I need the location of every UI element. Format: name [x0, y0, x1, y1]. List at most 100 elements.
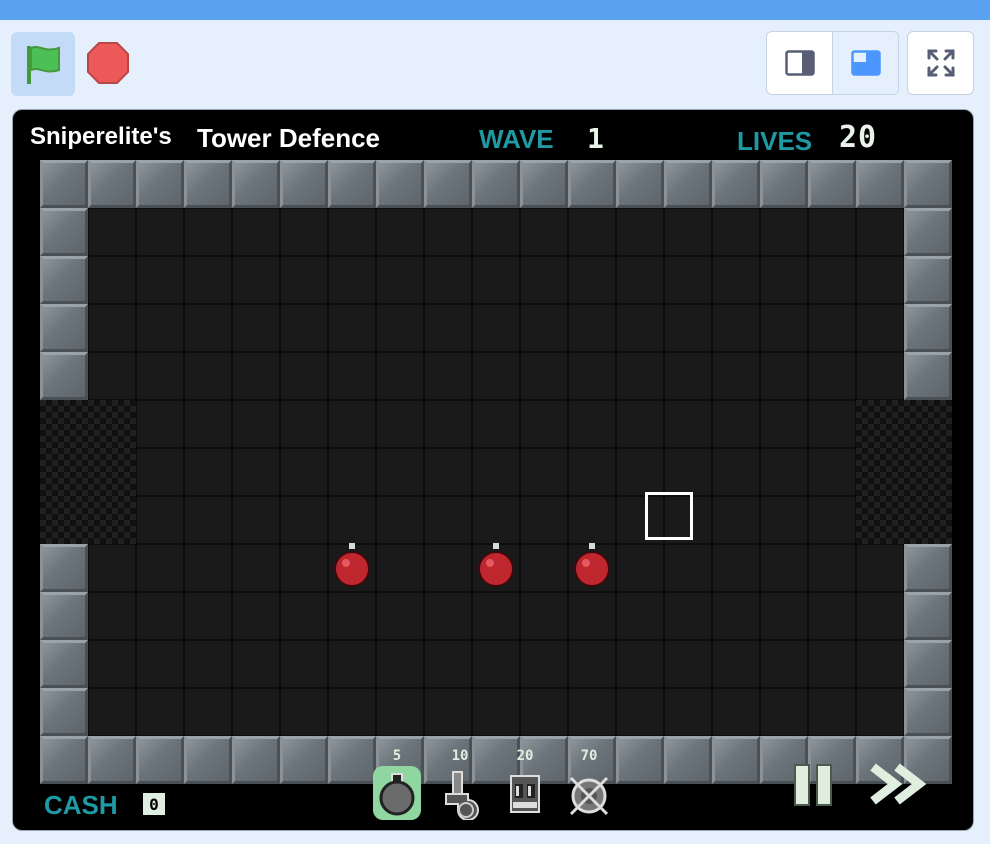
floor-tile[interactable] [376, 640, 424, 688]
floor-tile[interactable] [136, 208, 184, 256]
floor-tile[interactable] [424, 208, 472, 256]
floor-tile[interactable] [184, 448, 232, 496]
floor-tile[interactable] [376, 496, 424, 544]
floor-tile[interactable] [424, 688, 472, 736]
floor-tile[interactable] [424, 304, 472, 352]
floor-tile[interactable] [520, 592, 568, 640]
floor-tile[interactable] [760, 496, 808, 544]
floor-tile[interactable] [280, 208, 328, 256]
floor-tile[interactable] [520, 400, 568, 448]
floor-tile[interactable] [568, 256, 616, 304]
game-stage[interactable]: Sniperelite's Tower Defence WAVE 1 LIVES… [12, 109, 974, 831]
fast-forward-icon[interactable] [869, 759, 929, 809]
floor-tile[interactable] [280, 544, 328, 592]
floor-tile[interactable] [664, 400, 712, 448]
floor-tile[interactable] [472, 400, 520, 448]
floor-tile[interactable] [712, 544, 760, 592]
floor-tile[interactable] [616, 688, 664, 736]
floor-tile[interactable] [808, 304, 856, 352]
floor-tile[interactable] [712, 352, 760, 400]
floor-tile[interactable] [664, 256, 712, 304]
floor-tile[interactable] [232, 640, 280, 688]
floor-tile[interactable] [136, 640, 184, 688]
floor-tile[interactable] [184, 592, 232, 640]
floor-tile[interactable] [376, 688, 424, 736]
floor-tile[interactable] [568, 496, 616, 544]
floor-tile[interactable] [280, 640, 328, 688]
floor-tile[interactable] [376, 256, 424, 304]
floor-tile[interactable] [664, 544, 712, 592]
stop-button[interactable] [84, 39, 132, 87]
floor-tile[interactable] [856, 544, 904, 592]
floor-tile[interactable] [664, 640, 712, 688]
floor-tile[interactable] [88, 544, 136, 592]
green-flag-button[interactable] [11, 32, 75, 96]
floor-tile[interactable] [88, 208, 136, 256]
floor-tile[interactable] [376, 304, 424, 352]
floor-tile[interactable] [616, 256, 664, 304]
floor-tile[interactable] [712, 448, 760, 496]
floor-tile[interactable] [760, 688, 808, 736]
floor-tile[interactable] [424, 640, 472, 688]
floor-tile[interactable] [712, 496, 760, 544]
floor-tile[interactable] [184, 352, 232, 400]
floor-tile[interactable] [184, 304, 232, 352]
floor-tile[interactable] [664, 592, 712, 640]
floor-tile[interactable] [808, 640, 856, 688]
tower-slot-robot[interactable]: 20 [498, 746, 552, 826]
floor-tile[interactable] [424, 400, 472, 448]
floor-tile[interactable] [616, 448, 664, 496]
floor-tile[interactable] [328, 640, 376, 688]
floor-tile[interactable] [760, 640, 808, 688]
floor-tile[interactable] [280, 400, 328, 448]
floor-tile[interactable] [280, 448, 328, 496]
floor-tile[interactable] [856, 208, 904, 256]
floor-tile[interactable] [472, 208, 520, 256]
floor-tile[interactable] [808, 496, 856, 544]
floor-tile[interactable] [136, 448, 184, 496]
floor-tile[interactable] [712, 208, 760, 256]
floor-tile[interactable] [520, 448, 568, 496]
tower-slot-gear[interactable]: 70 [562, 746, 616, 826]
floor-tile[interactable] [184, 256, 232, 304]
floor-tile[interactable] [616, 352, 664, 400]
floor-tile[interactable] [520, 544, 568, 592]
floor-tile[interactable] [520, 496, 568, 544]
floor-tile[interactable] [568, 640, 616, 688]
floor-tile[interactable] [328, 496, 376, 544]
floor-tile[interactable] [712, 256, 760, 304]
floor-tile[interactable] [232, 688, 280, 736]
floor-tile[interactable] [136, 352, 184, 400]
floor-tile[interactable] [520, 640, 568, 688]
floor-tile[interactable] [616, 592, 664, 640]
floor-tile[interactable] [232, 496, 280, 544]
floor-tile[interactable] [616, 400, 664, 448]
floor-tile[interactable] [376, 208, 424, 256]
floor-tile[interactable] [184, 544, 232, 592]
floor-tile[interactable] [472, 640, 520, 688]
floor-tile[interactable] [232, 208, 280, 256]
floor-tile[interactable] [760, 256, 808, 304]
floor-tile[interactable] [520, 256, 568, 304]
floor-tile[interactable] [616, 544, 664, 592]
floor-tile[interactable] [568, 592, 616, 640]
floor-tile[interactable] [568, 400, 616, 448]
floor-tile[interactable] [568, 352, 616, 400]
floor-tile[interactable] [280, 688, 328, 736]
floor-tile[interactable] [568, 304, 616, 352]
floor-tile[interactable] [232, 304, 280, 352]
floor-tile[interactable] [520, 352, 568, 400]
floor-tile[interactable] [808, 352, 856, 400]
floor-tile[interactable] [88, 304, 136, 352]
floor-tile[interactable] [808, 400, 856, 448]
floor-tile[interactable] [136, 400, 184, 448]
floor-tile[interactable] [760, 544, 808, 592]
floor-tile[interactable] [232, 592, 280, 640]
floor-tile[interactable] [184, 688, 232, 736]
floor-tile[interactable] [136, 544, 184, 592]
floor-tile[interactable] [472, 592, 520, 640]
floor-tile[interactable] [760, 400, 808, 448]
floor-tile[interactable] [280, 496, 328, 544]
floor-tile[interactable] [328, 400, 376, 448]
fullscreen-button[interactable] [907, 31, 974, 95]
